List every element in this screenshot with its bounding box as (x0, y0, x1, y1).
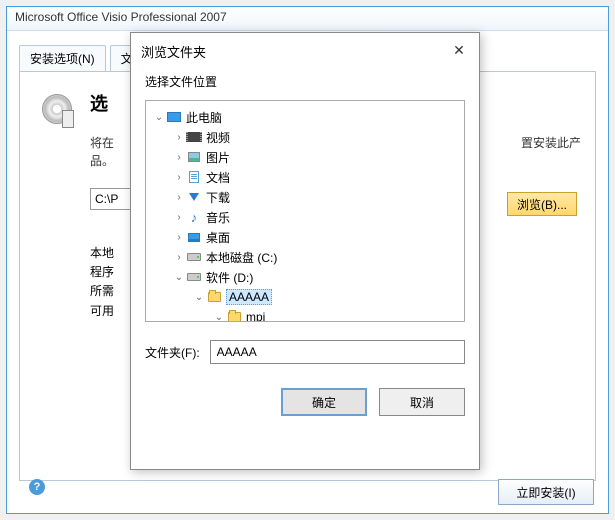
tree-label: 音乐 (206, 209, 230, 226)
music-icon: ♪ (186, 210, 202, 224)
tree-this-pc[interactable]: ⌄ 此电脑 (150, 107, 460, 127)
tree-downloads[interactable]: › 下载 (150, 187, 460, 207)
tree-label: 图片 (206, 149, 230, 166)
collapse-icon[interactable]: ⌄ (212, 312, 226, 323)
tree-label: 下载 (206, 189, 230, 206)
text-frag-2: 置安装此产 (521, 134, 581, 152)
tree-drive-c[interactable]: › 本地磁盘 (C:) (150, 247, 460, 267)
window-title: Microsoft Office Visio Professional 2007 (7, 7, 608, 31)
browse-folder-dialog: 浏览文件夹 ✕ 选择文件位置 ⌄ 此电脑 › 视频 › 图片 › 文档 › 下载 (130, 32, 480, 470)
dialog-titlebar: 浏览文件夹 ✕ (131, 33, 479, 69)
tree-label: 本地磁盘 (C:) (206, 249, 277, 266)
tree-drive-d[interactable]: ⌄ 软件 (D:) (150, 267, 460, 287)
tab-install-options[interactable]: 安装选项(N) (19, 45, 106, 71)
drive-icon (186, 270, 202, 284)
cancel-button[interactable]: 取消 (379, 388, 465, 416)
install-disc-icon (40, 92, 80, 132)
info-3: 所需 (90, 284, 114, 298)
help-icon[interactable]: ? (29, 479, 45, 495)
info-4: 可用 (90, 304, 114, 318)
document-icon (186, 170, 202, 184)
folder-icon (206, 290, 222, 304)
dialog-buttons: 确定 取消 (131, 364, 479, 430)
expand-icon[interactable]: › (172, 132, 186, 143)
collapse-icon[interactable]: ⌄ (152, 112, 166, 123)
text-frag-1: 将在 (90, 136, 114, 150)
folder-name-input[interactable] (210, 340, 465, 364)
info-2: 程序 (90, 265, 114, 279)
tree-videos[interactable]: › 视频 (150, 127, 460, 147)
drive-icon (186, 250, 202, 264)
tree-label: 软件 (D:) (206, 269, 253, 286)
close-icon[interactable]: ✕ (449, 41, 469, 61)
expand-icon[interactable]: › (172, 172, 186, 183)
tree-folder-aaaaa[interactable]: ⌄ AAAAA (150, 287, 460, 307)
folder-label: 文件夹(F): (145, 344, 200, 361)
tree-pictures[interactable]: › 图片 (150, 147, 460, 167)
video-icon (186, 130, 202, 144)
tree-label: 桌面 (206, 229, 230, 246)
tree-label: 视频 (206, 129, 230, 146)
tree-label: 文档 (206, 169, 230, 186)
tree-label: mpi (246, 310, 265, 322)
dialog-title: 浏览文件夹 (141, 42, 206, 61)
folder-tree[interactable]: ⌄ 此电脑 › 视频 › 图片 › 文档 › 下载 › ♪ 音乐 (145, 100, 465, 322)
info-1: 本地 (90, 246, 114, 260)
tree-folder-mpi[interactable]: ⌄ mpi (150, 307, 460, 322)
download-icon (186, 190, 202, 204)
expand-icon[interactable]: › (172, 152, 186, 163)
collapse-icon[interactable]: ⌄ (192, 292, 206, 303)
dialog-subtitle: 选择文件位置 (131, 69, 479, 100)
tree-documents[interactable]: › 文档 (150, 167, 460, 187)
ok-button[interactable]: 确定 (281, 388, 367, 416)
install-now-button[interactable]: 立即安装(I) (498, 479, 594, 505)
tree-label-selected: AAAAA (226, 289, 272, 305)
expand-icon[interactable]: › (172, 192, 186, 203)
expand-icon[interactable]: › (172, 232, 186, 243)
tree-desktop[interactable]: › 桌面 (150, 227, 460, 247)
tree-label: 此电脑 (186, 109, 222, 126)
picture-icon (186, 150, 202, 164)
expand-icon[interactable]: › (172, 212, 186, 223)
text-frag-3: 品。 (90, 154, 114, 168)
tree-music[interactable]: › ♪ 音乐 (150, 207, 460, 227)
expand-icon[interactable]: › (172, 252, 186, 263)
pc-icon (166, 110, 182, 124)
folder-name-row: 文件夹(F): (145, 340, 465, 364)
desktop-icon (186, 230, 202, 244)
browse-button[interactable]: 浏览(B)... (507, 192, 577, 216)
folder-icon (226, 310, 242, 322)
collapse-icon[interactable]: ⌄ (172, 272, 186, 283)
